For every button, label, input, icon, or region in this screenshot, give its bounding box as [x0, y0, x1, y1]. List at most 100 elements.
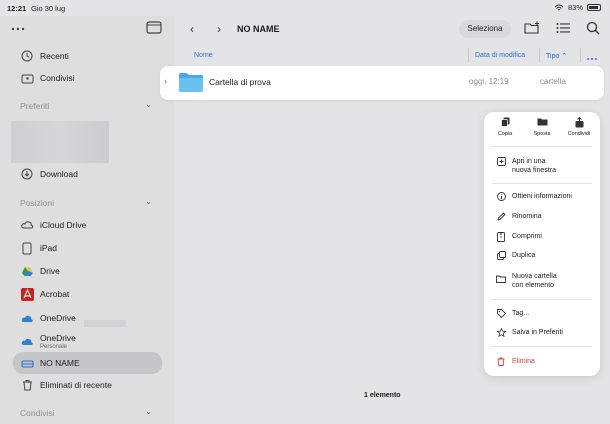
acrobat-icon	[20, 287, 34, 301]
menu-item-open-window[interactable]: Apri in una nuova finestra	[484, 153, 600, 177]
menu-item-duplicate[interactable]: Duplica	[484, 247, 600, 265]
sidebar-toggle-button[interactable]	[146, 21, 162, 40]
star-icon	[496, 327, 506, 338]
more-options-button[interactable]	[10, 21, 26, 42]
sidebar-item-onedrive-personale[interactable]: OneDrive Personale	[20, 329, 76, 353]
new-folder-button[interactable]	[524, 21, 540, 37]
column-header-date[interactable]: Data di modifica	[475, 52, 525, 59]
info-icon	[496, 192, 506, 202]
move-label: Sposta	[533, 131, 551, 137]
chevron-down-icon[interactable]: ⌄	[145, 100, 152, 109]
status-date: Gio 30 lug	[31, 4, 66, 13]
pencil-icon	[496, 212, 506, 222]
sidebar-item-label: Download	[40, 169, 78, 179]
menu-item-info[interactable]: Ottieni informazioni	[484, 188, 600, 206]
sidebar-item-label: iCloud Drive	[40, 220, 87, 230]
new-folder-line2: con elemento	[512, 282, 555, 289]
archive-icon	[496, 232, 506, 242]
sidebar-item-onedrive[interactable]: OneDrive	[20, 306, 76, 330]
sidebar-item-acrobat[interactable]: Acrobat	[20, 284, 69, 304]
menu-item-compress[interactable]: Comprimi	[484, 228, 600, 246]
menu-item-label: Nuova cartella con elemento	[512, 272, 557, 290]
ellipsis-icon	[11, 27, 25, 31]
sidebar-item-recenti[interactable]: Recenti	[20, 46, 69, 66]
open-window-line2: nuova finestra	[512, 167, 556, 174]
sidebar-item-text: OneDrive Personale	[40, 333, 76, 350]
column-separator	[539, 48, 540, 62]
copy-label: Copia	[497, 131, 513, 137]
menu-item-label: Duplica	[512, 252, 536, 259]
share-label: Condividi	[567, 131, 591, 137]
menu-item-rename[interactable]: Rinomina	[484, 208, 600, 226]
menu-divider	[492, 299, 592, 300]
status-time: 12:21	[7, 4, 27, 13]
trash-icon	[496, 357, 506, 367]
sidebar-item-drive[interactable]: Drive	[20, 261, 60, 281]
status-bar: 12:21 Gio 30 lug 83%	[0, 0, 610, 16]
menu-divider	[492, 183, 592, 184]
menu-item-tag[interactable]: Tag...	[484, 305, 600, 323]
google-drive-icon	[20, 264, 34, 278]
chevron-left-icon: ‹	[190, 22, 194, 36]
column-header-name[interactable]: Nome	[194, 52, 213, 59]
list-icon	[556, 23, 570, 33]
chevron-right-icon[interactable]: ›	[164, 76, 167, 86]
view-options-button[interactable]	[556, 21, 572, 37]
ellipsis-icon	[587, 58, 597, 60]
menu-item-new-folder[interactable]: Nuova cartella con elemento	[484, 268, 600, 292]
sidebar-item-sublabel: Personale	[40, 343, 68, 350]
share-button[interactable]: Condividi	[562, 116, 596, 137]
clock-icon	[20, 49, 34, 63]
menu-item-label: Rinomina	[512, 213, 542, 220]
copy-button[interactable]: Copia	[488, 117, 522, 137]
menu-item-label: Ottieni informazioni	[512, 193, 572, 200]
file-name: Cartella di prova	[209, 77, 271, 87]
move-button[interactable]: Sposta	[525, 117, 559, 137]
sidebar-item-icloud[interactable]: iCloud Drive	[20, 215, 86, 235]
column-header-kind[interactable]: Tipo ⌃	[546, 52, 567, 60]
sidebar-item-label: Drive	[40, 266, 60, 276]
menu-item-label: Tag...	[512, 310, 530, 317]
sidebar-item-label: OneDrive	[40, 313, 76, 323]
sidebar-item-eliminati[interactable]: Eliminati di recente	[20, 375, 112, 395]
sidebar-item-label: Condivisi	[40, 73, 75, 83]
sidebar-item-label: Recenti	[40, 51, 69, 61]
search-button[interactable]	[586, 21, 602, 37]
wifi-icon	[554, 4, 564, 10]
column-separator	[468, 48, 469, 62]
page-title: NO NAME	[237, 24, 280, 34]
tablet-icon	[20, 241, 34, 255]
section-condivisi: Condivisi	[20, 408, 55, 418]
shared-folder-icon	[20, 71, 34, 85]
forward-button[interactable]: ›	[211, 21, 227, 37]
duplicate-icon	[496, 251, 506, 261]
chevron-up-icon: ⌃	[561, 53, 568, 60]
chevron-down-icon[interactable]: ⌄	[145, 197, 152, 206]
file-row[interactable]: › Cartella di prova oggi, 12:19 cartella	[160, 66, 604, 100]
menu-item-label: Elimina	[512, 358, 535, 365]
onedrive-icon	[20, 311, 34, 325]
blurred-favorites	[11, 121, 109, 163]
onedrive-icon	[20, 334, 34, 348]
new-folder-line1: Nuova cartella	[512, 273, 557, 280]
back-button[interactable]: ‹	[184, 21, 200, 37]
new-folder-icon	[524, 21, 539, 34]
copy-icon	[488, 117, 522, 129]
cloud-icon	[20, 218, 34, 232]
battery-percent: 83%	[567, 3, 583, 12]
menu-item-delete[interactable]: Elimina	[484, 353, 600, 371]
sidebar-item-condivisi[interactable]: Condivisi	[20, 68, 75, 88]
menu-quick-actions: Copia Sposta Condividi	[484, 112, 600, 146]
sidebar-icon	[146, 21, 162, 34]
sidebar-item-no-name[interactable]: NO NAME	[20, 353, 80, 373]
select-button[interactable]: Seleziona	[459, 20, 511, 38]
chevron-down-icon[interactable]: ⌄	[145, 407, 152, 416]
share-icon	[562, 116, 596, 129]
sidebar-item-ipad[interactable]: iPad	[20, 238, 57, 258]
sidebar-item-download[interactable]: Download	[20, 164, 78, 184]
download-icon	[20, 167, 34, 181]
menu-item-save-favorites[interactable]: Salva in Preferiti	[484, 324, 600, 342]
external-drive-icon	[20, 356, 34, 370]
status-right: 83%	[554, 3, 601, 12]
column-header-kind-label: Tipo	[546, 53, 560, 60]
